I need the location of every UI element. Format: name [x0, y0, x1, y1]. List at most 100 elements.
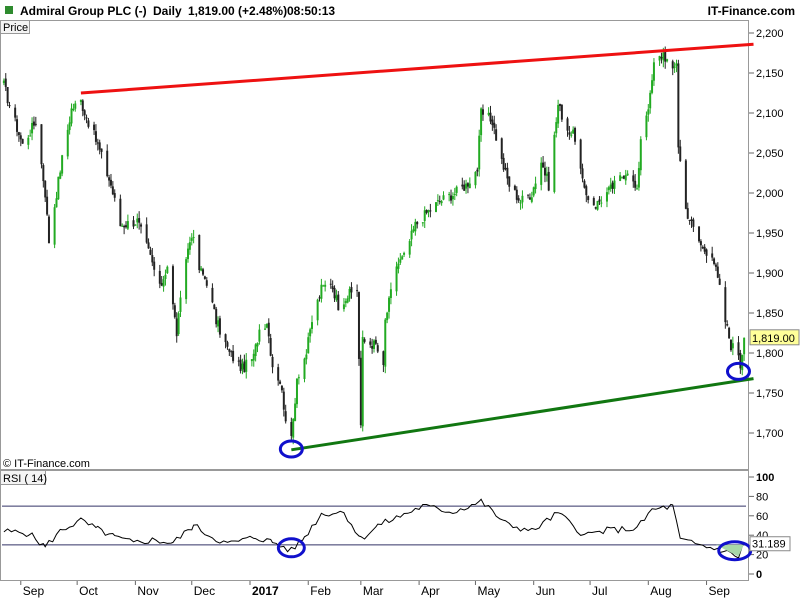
candle-body: [585, 186, 588, 196]
candle-body: [645, 115, 648, 138]
candle: [40, 124, 43, 169]
candle-body: [27, 137, 30, 145]
candle-body: [649, 92, 652, 109]
candle-body: [713, 258, 716, 264]
watermark: © IT-Finance.com: [3, 458, 90, 470]
candle-body: [658, 56, 661, 61]
candle-body: [108, 177, 111, 181]
candle: [177, 311, 180, 336]
candle-body: [335, 295, 338, 301]
candle-body: [6, 87, 9, 104]
candle-body: [145, 224, 148, 243]
candle-body: [613, 180, 616, 189]
candle-body: [153, 261, 156, 270]
candle-body: [57, 176, 60, 200]
candle-body: [239, 359, 242, 371]
candle-body: [399, 259, 402, 263]
candle: [213, 303, 216, 310]
candle-body: [228, 349, 231, 352]
instrument-name: Admiral Group PLC (-): [20, 4, 147, 18]
candle-body: [46, 196, 49, 215]
candle-body: [2, 80, 5, 84]
candle-body: [243, 361, 246, 373]
candle-body: [412, 229, 415, 232]
candle-body: [311, 322, 313, 329]
candle-body: [17, 132, 20, 136]
candle-body: [79, 99, 82, 102]
x-tick-label: Aug: [650, 584, 671, 598]
candle-body: [53, 207, 56, 245]
candle-body: [373, 340, 375, 349]
rsi-tick-label: 20: [756, 550, 768, 562]
candle-body: [609, 184, 612, 189]
candle: [395, 261, 398, 296]
candle-body: [401, 256, 404, 260]
candle-body: [265, 324, 268, 328]
candle-body: [279, 381, 282, 384]
candle-body: [626, 173, 629, 176]
date-x-axis: Sep Oct Nov Dec 2017 Feb Mar Apr May Jun Jul Aug Sep: [20, 581, 730, 598]
candle-body: [513, 185, 516, 190]
rsi-tick-label: 0: [756, 569, 762, 581]
price-tick-label: 2,050: [756, 148, 784, 160]
candle-body: [192, 237, 195, 239]
candle-body: [414, 221, 417, 232]
candle-body: [581, 168, 584, 179]
price-y-axis: 2,200 2,150 2,100 2,050 2,000 1,950 1,900 1,850…: [749, 28, 784, 440]
candle-body: [384, 319, 387, 367]
candle-body: [517, 198, 520, 201]
candle-body: [579, 139, 582, 169]
candle-body: [256, 342, 259, 347]
x-tick-label: Mar: [363, 584, 384, 598]
candle-body: [85, 117, 88, 119]
candle-body: [508, 176, 511, 187]
candle-body: [254, 344, 257, 357]
candle-body: [72, 109, 75, 111]
candle: [21, 138, 24, 144]
candle-body: [410, 230, 413, 240]
candle-body: [728, 327, 731, 339]
candle-body: [568, 132, 571, 135]
candle-body: [688, 219, 691, 221]
price-panel: [0, 20, 749, 470]
candle-body: [395, 266, 398, 292]
period-label: Daily: [153, 4, 182, 18]
candle-body: [151, 255, 154, 263]
candle: [560, 104, 563, 122]
candle-body: [397, 263, 400, 269]
candle: [728, 326, 731, 339]
candle-body: [527, 194, 530, 196]
candle-body: [267, 322, 270, 337]
candle-body: [651, 80, 654, 93]
candle-body: [213, 304, 216, 310]
candle-body: [376, 345, 379, 352]
candle-body: [515, 189, 518, 200]
candle-body: [230, 351, 233, 353]
candle-body: [252, 353, 255, 361]
chart-canvas: Admiral Group PLC (-) Daily 1,819.00 (+2…: [0, 0, 800, 598]
candle: [684, 158, 687, 210]
candle-body: [703, 246, 706, 252]
rsi-y-axis: 100806040200: [749, 472, 774, 581]
candle-body: [357, 292, 360, 359]
candle-body: [42, 165, 45, 182]
candle-body: [119, 198, 122, 227]
candle-body: [322, 285, 325, 287]
candle-body: [427, 210, 430, 213]
candle-body: [684, 160, 687, 209]
candle-body: [158, 270, 161, 284]
candle: [57, 176, 60, 200]
candle-body: [198, 234, 201, 271]
price-tick-label: 1,900: [756, 268, 784, 280]
candle-body: [68, 122, 71, 131]
candle-body: [215, 308, 218, 325]
candle-body: [423, 210, 426, 221]
candle-body: [188, 242, 191, 250]
candle-body: [4, 78, 7, 87]
candle-body: [574, 127, 577, 142]
candle-body: [495, 129, 498, 141]
candle-body: [403, 252, 406, 255]
candle-body: [560, 104, 563, 120]
candle-body: [171, 266, 174, 305]
candle-body: [729, 340, 732, 351]
